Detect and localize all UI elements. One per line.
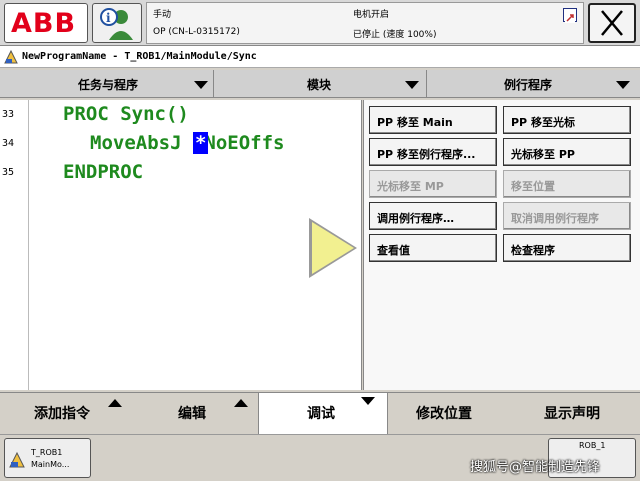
- cursor-to-mp-label: 光标移至 MP: [377, 180, 444, 193]
- program-path: NewProgramName - T_ROB1/MainModule/Sync: [22, 51, 257, 62]
- line-number: 35: [2, 167, 15, 178]
- tab-routines-label: 例行程序: [504, 78, 553, 92]
- cursor-to-mp-button[interactable]: 光标移至 MP: [369, 170, 497, 198]
- program-editor-icon: [4, 49, 18, 64]
- call-routine-button[interactable]: 调用例行程序…: [369, 202, 497, 230]
- chevron-down-icon: [616, 81, 630, 89]
- close-icon: [601, 10, 623, 36]
- task-name: T_ROB1: [31, 448, 63, 457]
- cancel-call-routine-label: 取消调用例行程序: [511, 212, 599, 225]
- chevron-down-icon: [405, 81, 419, 89]
- pp-to-cursor-label: PP 移至光标: [511, 116, 575, 129]
- debug-button[interactable]: 调试: [258, 393, 388, 435]
- view-value-button[interactable]: 查看值: [369, 234, 497, 262]
- view-value-label: 查看值: [377, 244, 410, 257]
- chevron-down-icon: [361, 397, 375, 405]
- add-instruction-button[interactable]: 添加指令: [0, 393, 130, 435]
- controller-text: OP (CN-L-0315172): [153, 27, 240, 37]
- text-cursor: *: [192, 132, 209, 154]
- modify-position-label: 修改位置: [416, 406, 472, 422]
- close-button[interactable]: [588, 3, 636, 43]
- debug-label: 调试: [307, 406, 335, 422]
- tab-tasks-programs-label: 任务与程序: [78, 78, 139, 92]
- move-to-position-label: 移至位置: [511, 180, 555, 193]
- add-instruction-label: 添加指令: [34, 406, 90, 422]
- code-line[interactable]: MoveAbsJ * \NoEOffs: [90, 132, 284, 154]
- program-editor-icon: [9, 451, 25, 468]
- show-declaration-label: 显示声明: [544, 406, 600, 422]
- user-info-button[interactable]: i: [92, 3, 142, 43]
- tab-routines[interactable]: 例行程序: [426, 70, 640, 98]
- motor-state-text: 电机开启: [353, 10, 390, 20]
- status-area[interactable]: 手动 OP (CN-L-0315172) 电机开启 已停止 (速度 100%): [146, 2, 584, 44]
- debug-menu: PP 移至 Main PP 移至光标 PP 移至例行程序... 光标移至 PP …: [363, 100, 640, 390]
- run-state-text: 已停止 (速度 100%): [353, 30, 437, 40]
- menu-pointer-icon: [312, 222, 354, 274]
- tab-modules[interactable]: 模块: [213, 70, 427, 98]
- modify-position-button[interactable]: 修改位置: [386, 393, 512, 435]
- mode-text: 手动: [153, 10, 172, 20]
- code-line[interactable]: PROC Sync(): [63, 103, 189, 125]
- svg-text:i: i: [106, 11, 111, 25]
- pp-to-routine-label: PP 移至例行程序...: [377, 148, 476, 161]
- line-number: 34: [2, 138, 15, 149]
- edit-label: 编辑: [178, 406, 206, 422]
- line-number-gutter: 33 34 35: [0, 100, 29, 390]
- watermark-text: 搜狐号@智能制造先锋: [470, 460, 601, 475]
- line-number: 33: [2, 109, 15, 120]
- pp-to-main-label: PP 移至 Main: [377, 116, 453, 129]
- task-window-button[interactable]: T_ROB1 MainMo...: [4, 438, 91, 478]
- check-program-button[interactable]: 检查程序: [503, 234, 631, 262]
- check-program-label: 检查程序: [511, 244, 555, 257]
- event-log-icon[interactable]: [563, 8, 577, 23]
- mechanical-unit-label: ROB_1: [579, 441, 606, 450]
- abb-logo-text: ABB: [11, 8, 77, 39]
- top-status-bar: ABB i 手动 OP (CN-L-0315172) 电机开启 已停止 (速度 …: [0, 0, 640, 46]
- code-line[interactable]: ENDPROC: [63, 161, 143, 183]
- tab-tasks-programs[interactable]: 任务与程序: [0, 70, 214, 98]
- cursor-to-pp-label: 光标移至 PP: [511, 148, 575, 161]
- cursor-to-pp-button[interactable]: 光标移至 PP: [503, 138, 631, 166]
- pp-to-main-button[interactable]: PP 移至 Main: [369, 106, 497, 134]
- tab-modules-label: 模块: [307, 78, 332, 92]
- code-editor[interactable]: 33 34 35 PROC Sync() MoveAbsJ * \NoEOffs …: [0, 100, 362, 390]
- cancel-call-routine-button[interactable]: 取消调用例行程序: [503, 202, 631, 230]
- code-text: MoveAbsJ: [90, 132, 193, 154]
- chevron-up-icon: [108, 399, 122, 407]
- move-to-position-button[interactable]: 移至位置: [503, 170, 631, 198]
- call-routine-label: 调用例行程序…: [377, 212, 454, 225]
- pp-to-cursor-button[interactable]: PP 移至光标: [503, 106, 631, 134]
- user-info-icon: i: [100, 8, 133, 40]
- edit-button[interactable]: 编辑: [130, 393, 258, 435]
- bottom-toolbar: 添加指令 编辑 调试 修改位置 显示声明: [0, 392, 640, 435]
- editor-tabs: 任务与程序 模块 例行程序: [0, 70, 640, 98]
- abb-logo-button[interactable]: ABB: [4, 3, 88, 43]
- program-path-bar: NewProgramName - T_ROB1/MainModule/Sync: [0, 46, 640, 68]
- pp-to-routine-button[interactable]: PP 移至例行程序...: [369, 138, 497, 166]
- chevron-down-icon: [194, 81, 208, 89]
- show-declaration-button[interactable]: 显示声明: [512, 393, 640, 435]
- chevron-up-icon: [234, 399, 248, 407]
- module-name: MainMo...: [31, 460, 70, 469]
